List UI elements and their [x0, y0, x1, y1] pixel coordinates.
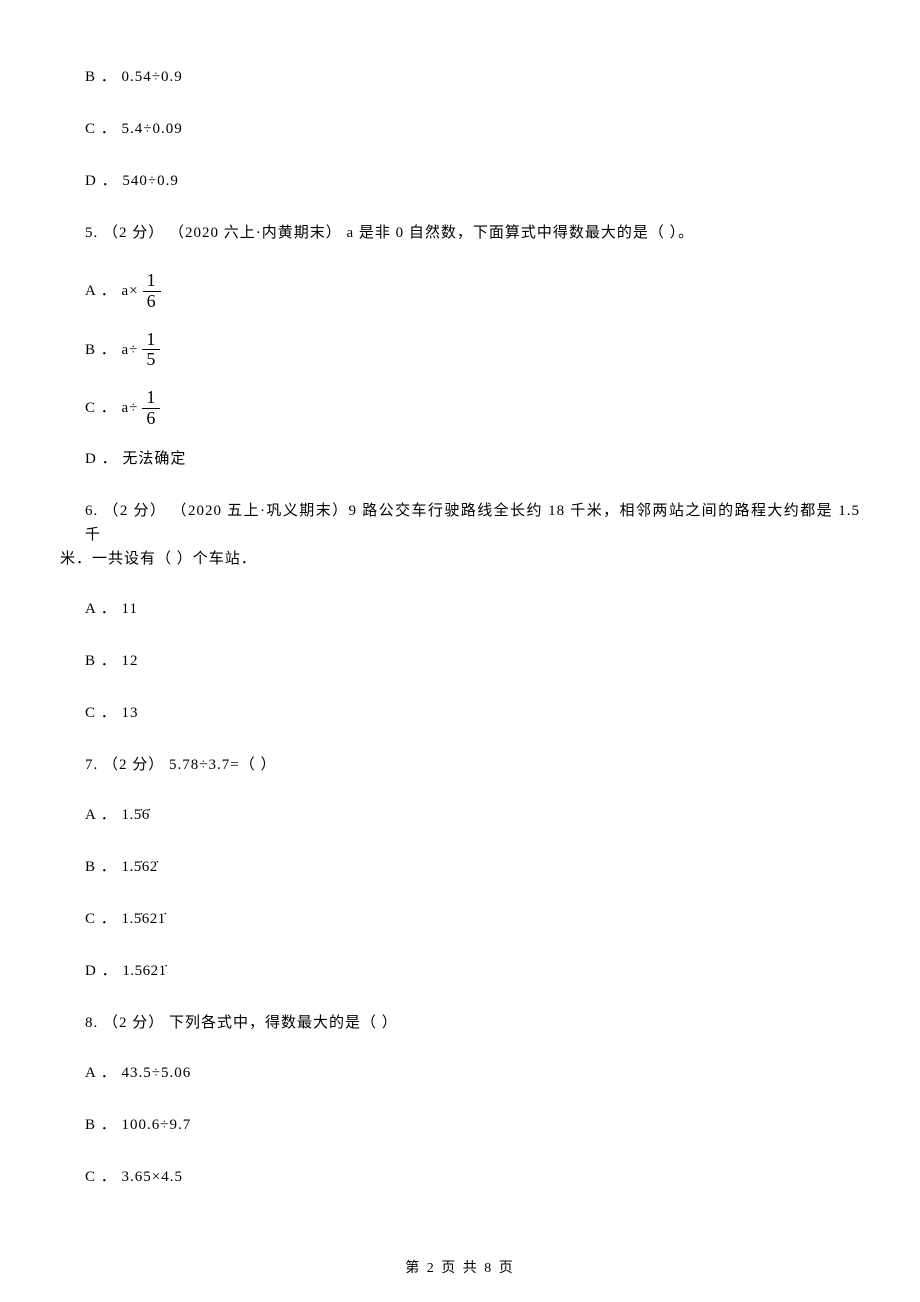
q7-option-b-prefix: B ．: [85, 859, 122, 875]
fraction-numerator: 1: [142, 330, 160, 351]
q7-option-d: D ． 1.5621̇: [85, 959, 860, 983]
fraction-denominator: 6: [142, 409, 160, 429]
fraction-denominator: 5: [142, 350, 160, 370]
q4-option-b: B ． 0.54÷0.9: [85, 65, 860, 89]
q5-option-a-prefix: A ． a×: [85, 279, 139, 303]
q7-option-a: A ． 1.5̇6̇: [85, 803, 860, 827]
recurring-decimal-icon: 1.5̇621̇: [122, 911, 166, 927]
q8-option-a: A ． 43.5÷5.06: [85, 1061, 860, 1085]
q7-option-c: C ． 1.5̇621̇: [85, 907, 860, 931]
q7-stem: 7. （2 分） 5.78÷3.7=（ ）: [85, 753, 860, 777]
q4-option-c: C ． 5.4÷0.09: [85, 117, 860, 141]
fraction-numerator: 1: [142, 388, 160, 409]
q8-stem: 8. （2 分） 下列各式中，得数最大的是（ ）: [85, 1011, 860, 1035]
q6-stem: 6. （2 分） （2020 五上·巩义期末）9 路公交车行驶路线全长约 18 …: [60, 499, 860, 571]
fraction-icon: 1 5: [142, 330, 160, 371]
q5-option-a: A ． a× 1 6: [85, 271, 860, 312]
q6-stem-line1: 6. （2 分） （2020 五上·巩义期末）9 路公交车行驶路线全长约 18 …: [85, 499, 860, 547]
q4-option-d: D ． 540÷0.9: [85, 169, 860, 193]
q5-option-c: C ． a÷ 1 6: [85, 388, 860, 429]
q7-option-b: B ． 1.5̇62̇: [85, 855, 860, 879]
q8-option-b: B ． 100.6÷9.7: [85, 1113, 860, 1137]
fraction-numerator: 1: [143, 271, 161, 292]
fraction-icon: 1 6: [143, 271, 161, 312]
q5-stem: 5. （2 分） （2020 六上·内黄期末） a 是非 0 自然数，下面算式中…: [85, 221, 860, 245]
page-footer: 第 2 页 共 8 页: [0, 1258, 920, 1280]
q7-option-c-prefix: C ．: [85, 911, 122, 927]
q6-option-b: B ． 12: [85, 649, 860, 673]
q5-option-d: D ． 无法确定: [85, 447, 860, 471]
q5-option-b-prefix: B ． a÷: [85, 338, 138, 362]
q5-option-c-prefix: C ． a÷: [85, 396, 138, 420]
q5-option-b: B ． a÷ 1 5: [85, 330, 860, 371]
q7-option-a-prefix: A ．: [85, 807, 122, 823]
fraction-icon: 1 6: [142, 388, 160, 429]
q8-option-c: C ． 3.65×4.5: [85, 1165, 860, 1189]
q7-option-d-prefix: D ．: [85, 963, 122, 979]
fraction-denominator: 6: [143, 292, 161, 312]
recurring-decimal-icon: 1.5̇62̇: [122, 859, 158, 875]
q6-option-a: A ． 11: [85, 597, 860, 621]
q6-option-c: C ． 13: [85, 701, 860, 725]
q6-stem-line2: 米．一共设有（ ）个车站．: [60, 547, 860, 571]
recurring-decimal-icon: 1.5621̇: [122, 963, 166, 979]
recurring-decimal-icon: 1.5̇6̇: [122, 807, 150, 823]
